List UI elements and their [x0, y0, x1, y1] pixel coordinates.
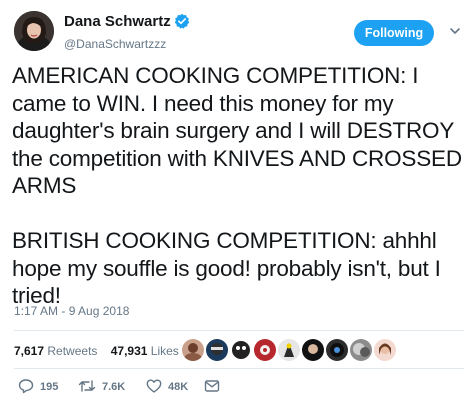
liker-avatar[interactable] — [230, 339, 252, 361]
like-button[interactable]: 48K — [146, 378, 188, 396]
reply-button[interactable]: 195 — [18, 378, 58, 396]
following-button[interactable]: Following — [354, 20, 434, 46]
tweet-stats: 7,617 Retweets 47,931 Likes — [14, 341, 179, 361]
liker-avatar[interactable] — [254, 339, 276, 361]
tweet-header: Dana Schwartz @DanaSchwartzzz Following — [14, 11, 464, 55]
tweet-timestamp[interactable]: 1:17 AM - 9 Aug 2018 — [14, 304, 129, 318]
author-handle[interactable]: @DanaSchwartzzz — [64, 36, 190, 52]
reply-icon — [18, 379, 34, 394]
divider — [14, 330, 464, 331]
verified-badge-icon — [174, 13, 190, 34]
heart-icon — [146, 379, 162, 393]
retweet-count: 7.6K — [102, 381, 126, 393]
chevron-down-icon[interactable] — [448, 24, 462, 38]
divider — [14, 368, 464, 369]
liker-avatar[interactable] — [182, 339, 204, 361]
retweet-button[interactable]: 7.6K — [78, 378, 125, 396]
tweet-text: AMERICAN COOKING COMPETITION: I came to … — [12, 63, 462, 308]
likes-stat[interactable]: 47,931 Likes — [111, 344, 179, 358]
liker-avatar[interactable] — [374, 339, 396, 361]
reply-count: 195 — [40, 381, 59, 393]
likes-label: Likes — [150, 344, 179, 358]
author-avatar[interactable] — [14, 11, 54, 51]
direct-message-button[interactable] — [204, 378, 226, 396]
retweets-stat[interactable]: 7,617 Retweets — [14, 344, 97, 358]
liker-avatar[interactable] — [326, 339, 348, 361]
retweet-icon — [78, 380, 96, 392]
author-info: Dana Schwartz @DanaSchwartzzz — [64, 13, 190, 52]
author-display-name[interactable]: Dana Schwartz — [64, 13, 171, 30]
retweets-label: Retweets — [47, 344, 98, 358]
liker-avatar[interactable] — [278, 339, 300, 361]
like-count: 48K — [168, 381, 189, 393]
likes-count: 47,931 — [110, 344, 148, 358]
liker-avatar[interactable] — [302, 339, 324, 361]
liker-avatar[interactable] — [206, 339, 228, 361]
envelope-icon — [204, 380, 220, 392]
retweets-count: 7,617 — [14, 344, 45, 358]
liker-avatar[interactable] — [350, 339, 372, 361]
